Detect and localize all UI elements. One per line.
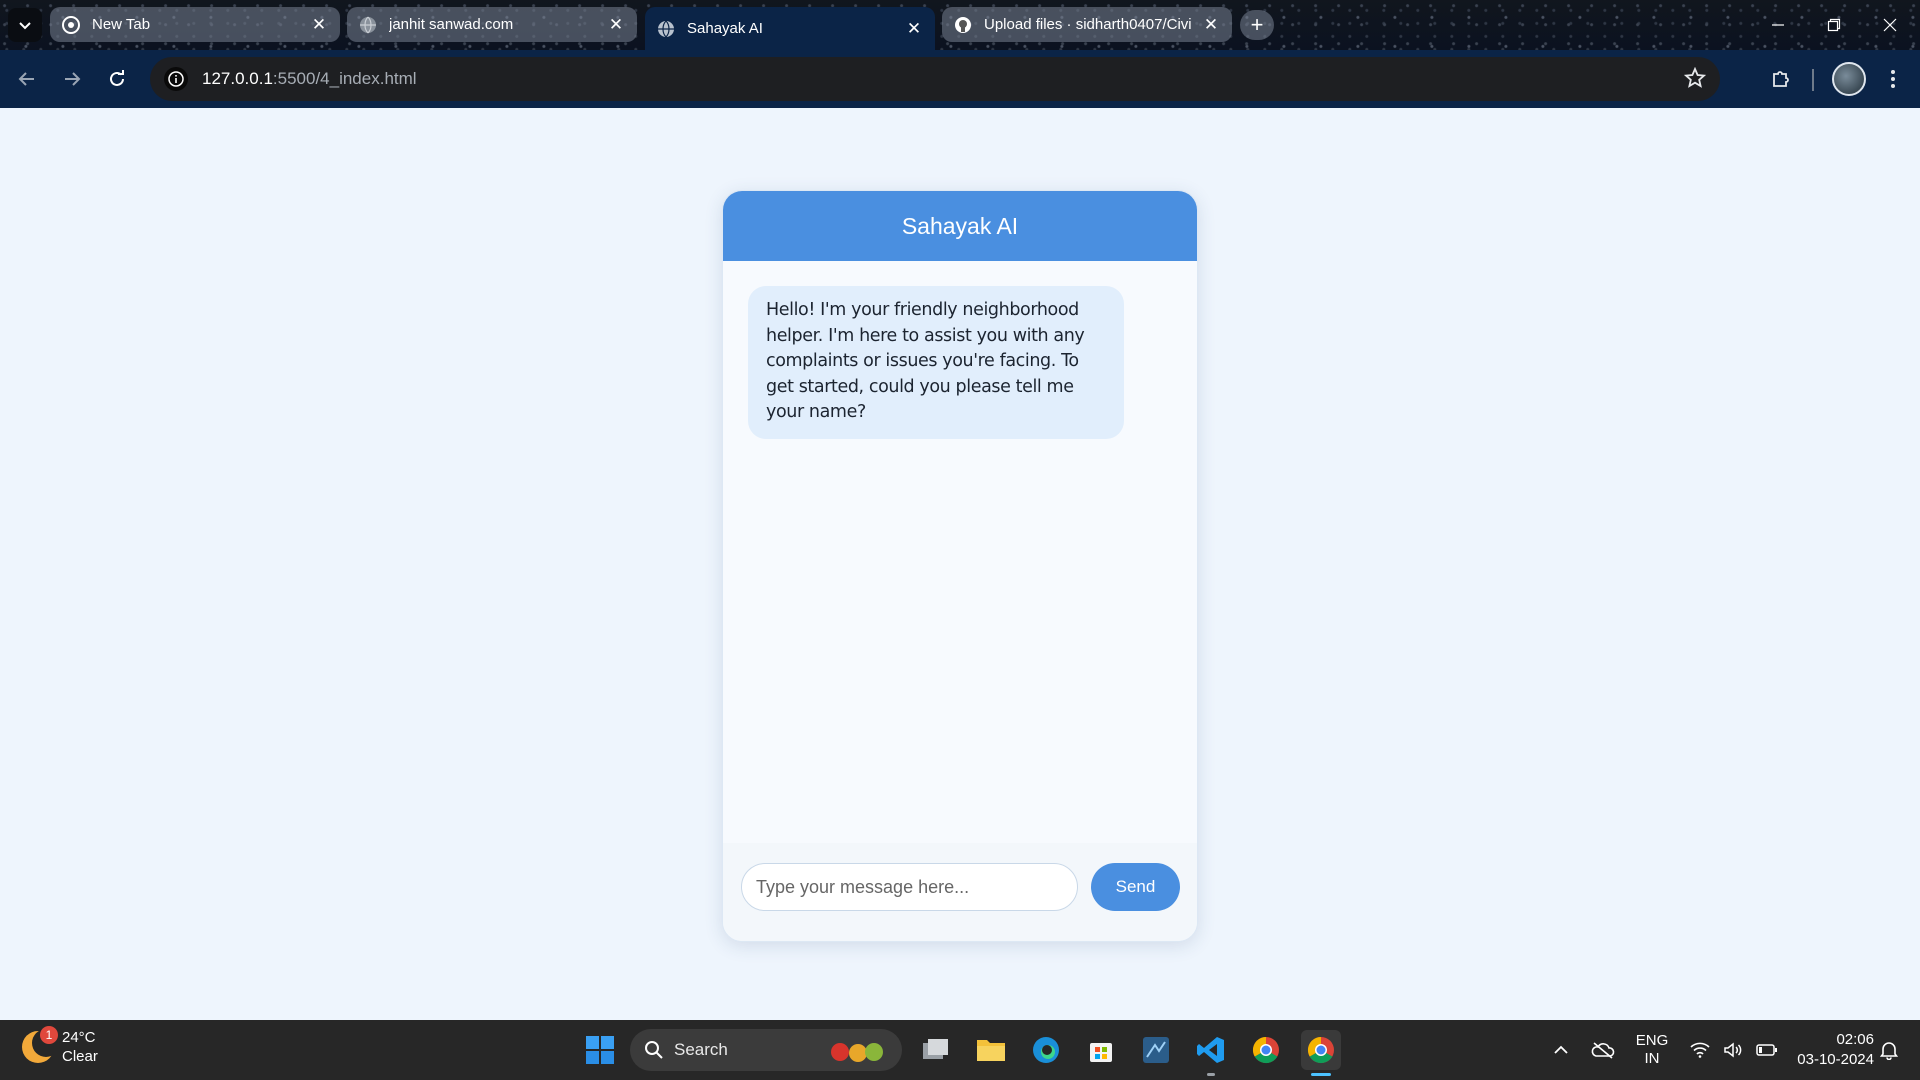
chrome-icon: [1252, 1036, 1279, 1064]
profile-avatar[interactable]: [1832, 62, 1866, 96]
task-view-icon: [923, 1039, 948, 1059]
tab-janhit-sanwad[interactable]: janhit sanwad.com ✕: [347, 7, 637, 42]
volume-icon: [1724, 1042, 1742, 1058]
close-icon[interactable]: ✕: [607, 15, 625, 34]
close-window-button[interactable]: [1870, 10, 1910, 40]
forward-button[interactable]: [57, 64, 87, 94]
active-indicator: [1311, 1073, 1331, 1076]
bot-message: Hello! I'm your friendly neighborhood he…: [748, 286, 1124, 439]
toolbar-divider: [1812, 69, 1814, 91]
file-explorer-button[interactable]: [971, 1030, 1011, 1070]
minimize-icon: [1772, 24, 1784, 26]
chevron-down-icon: [19, 22, 31, 30]
browser-toolbar: 127.0.0.1:5500/4_index.html: [0, 50, 1920, 108]
close-icon[interactable]: ✕: [1202, 15, 1220, 34]
chat-title: Sahayak AI: [901, 212, 1019, 239]
reload-icon: [110, 70, 124, 86]
tab-title: New Tab: [92, 16, 151, 33]
bookmark-star-icon[interactable]: [1683, 66, 1708, 91]
close-icon: [1883, 18, 1897, 32]
info-icon[interactable]: [164, 67, 188, 91]
running-indicator: [1207, 1073, 1215, 1076]
puzzle-icon: [1773, 71, 1789, 87]
search-label: Search: [674, 1040, 728, 1059]
notification-center-button[interactable]: [1874, 1020, 1904, 1080]
wifi-icon: [1690, 1042, 1710, 1058]
page-viewport: Sahayak AI Hello! I'm your friendly neig…: [0, 108, 1920, 1020]
edge-button[interactable]: [1026, 1030, 1066, 1070]
clock-time: 02:06: [1836, 1031, 1874, 1048]
store-icon: [1090, 1043, 1112, 1062]
tab-search-button[interactable]: [8, 8, 42, 42]
clock[interactable]: 02:06 03-10-2024: [1784, 1020, 1874, 1080]
windows-logo-icon: [586, 1036, 614, 1064]
cloud-off-icon: [1591, 1042, 1615, 1059]
vscode-button[interactable]: [1191, 1030, 1231, 1070]
system-tray-status[interactable]: [1684, 1020, 1784, 1080]
kebab-menu-icon: [1891, 70, 1895, 88]
chrome-button[interactable]: [1246, 1030, 1286, 1070]
chat-input-area: Send: [723, 843, 1197, 941]
extensions-button[interactable]: [1766, 64, 1796, 94]
tab-github-upload[interactable]: Upload files · sidharth0407/Civi ✕: [942, 7, 1232, 42]
address-bar[interactable]: 127.0.0.1:5500/4_index.html: [150, 57, 1720, 101]
browser-menu-button[interactable]: [1878, 64, 1908, 94]
microsoft-store-button[interactable]: [1081, 1030, 1121, 1070]
bell-icon: [1879, 1042, 1899, 1060]
globe-icon: [657, 20, 675, 38]
browser-tab-strip: New Tab ✕ janhit sanwad.com ✕ Sahayak AI…: [0, 0, 1920, 50]
language-indicator[interactable]: ENG IN: [1630, 1020, 1674, 1080]
folder-icon: [977, 1040, 1005, 1061]
region-code: IN: [1644, 1050, 1660, 1067]
battery-icon: [1755, 1044, 1777, 1056]
arrow-left-icon: [18, 72, 34, 86]
task-view-button[interactable]: [916, 1030, 956, 1070]
weather-widget[interactable]: 1 24°C Clear: [22, 1026, 98, 1066]
globe-icon: [359, 16, 377, 34]
weather-condition: Clear: [62, 1048, 98, 1065]
send-button[interactable]: Send: [1091, 863, 1180, 911]
tab-new-tab[interactable]: New Tab ✕: [50, 7, 340, 42]
edge-icon: [1033, 1037, 1059, 1063]
url-path: :5500/4_index.html: [272, 69, 417, 88]
chat-header: Sahayak AI: [723, 191, 1197, 261]
chrome-active-button[interactable]: [1301, 1030, 1341, 1070]
url-host: 127.0.0.1: [202, 69, 273, 88]
message-input[interactable]: [741, 863, 1078, 911]
arrow-right-icon: [65, 72, 81, 86]
tab-title: janhit sanwad.com: [389, 16, 514, 33]
start-button[interactable]: [580, 1030, 620, 1070]
reload-button[interactable]: [102, 64, 132, 94]
vscode-icon: [1197, 1037, 1224, 1063]
restore-button[interactable]: [1814, 10, 1854, 40]
show-hidden-icons-button[interactable]: [1548, 1020, 1574, 1080]
restore-icon: [1827, 18, 1841, 32]
plus-icon: +: [1250, 12, 1264, 37]
tab-title: Upload files · sidharth0407/Civi: [984, 16, 1192, 33]
weather-temperature: 24°C: [62, 1029, 96, 1046]
new-tab-button[interactable]: +: [1240, 10, 1274, 40]
chrome-icon: [1307, 1036, 1334, 1064]
clock-date: 03-10-2024: [1797, 1051, 1874, 1068]
tab-title: Sahayak AI: [687, 20, 763, 37]
language-code: ENG: [1635, 1032, 1669, 1049]
tab-sahayak-ai[interactable]: Sahayak AI ✕: [645, 7, 935, 50]
chrome-icon: [62, 15, 80, 34]
chat-messages[interactable]: Hello! I'm your friendly neighborhood he…: [723, 261, 1197, 845]
search-icon: [645, 1041, 663, 1059]
workbench-button[interactable]: [1136, 1030, 1176, 1070]
taskbar-search[interactable]: Search: [630, 1029, 902, 1071]
chat-container: Sahayak AI Hello! I'm your friendly neig…: [722, 190, 1198, 942]
database-app-icon: [1143, 1037, 1169, 1063]
fruit-icon: [828, 1038, 888, 1069]
chevron-up-icon: [1554, 1045, 1568, 1054]
close-icon[interactable]: ✕: [905, 19, 923, 38]
windows-taskbar: 1 24°C Clear Search ENG IN 02:06 03-10-2…: [0, 1020, 1920, 1080]
back-button[interactable]: [12, 64, 42, 94]
close-icon[interactable]: ✕: [310, 15, 328, 34]
github-icon: [954, 16, 972, 34]
minimize-button[interactable]: [1758, 10, 1798, 40]
notification-badge: 1: [40, 1026, 58, 1044]
onedrive-button[interactable]: [1588, 1020, 1618, 1080]
